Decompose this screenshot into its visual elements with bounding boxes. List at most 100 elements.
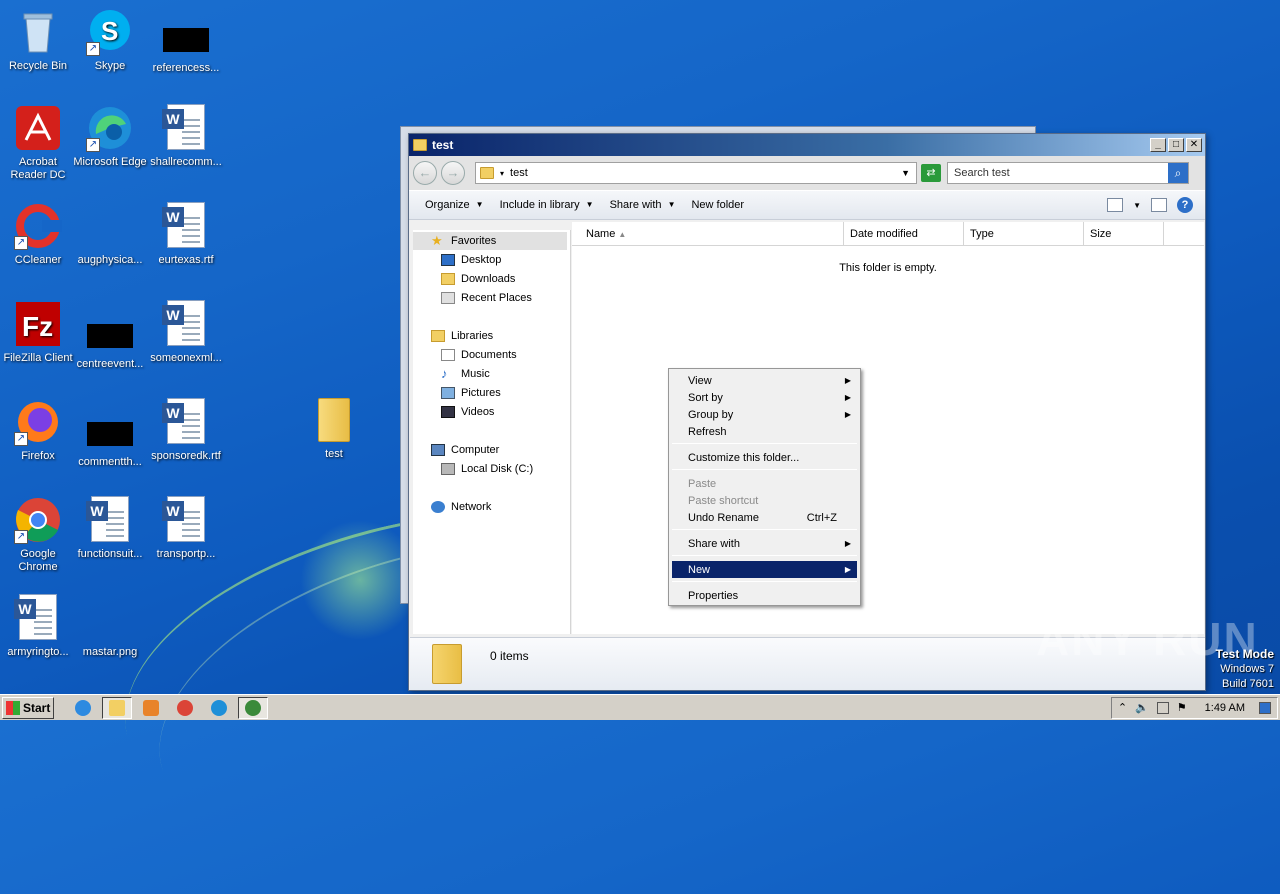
desktop-icon-sponsoredk[interactable]: W sponsoredk.rtf [148,398,224,463]
preview-pane-icon[interactable] [1151,198,1167,212]
nav-item-pictures[interactable]: Pictures [441,384,501,402]
menu-item-sort-by[interactable]: Sort by ▶ [672,389,857,406]
chevron-down-icon[interactable]: ▼ [1133,201,1141,210]
word-document-icon: W [162,300,210,348]
desktop-icon-commentth[interactable]: commentth... [72,408,148,469]
redacted-thumbnail [163,28,209,52]
desktop-icon-transportp[interactable]: W transportp... [148,496,224,561]
desktop-icon-eurtexas[interactable]: W eurtexas.rtf [148,202,224,267]
desktop-icon-shallrecomm[interactable]: W shallrecomm... [148,104,224,169]
taskbar-chrome[interactable] [170,697,200,719]
refresh-icon[interactable]: ⇄ [921,164,941,182]
menu-item-paste-shortcut: Paste shortcut [688,494,759,507]
chevron-right-icon: ▶ [844,393,851,402]
network-icon[interactable] [1156,701,1169,714]
chevron-down-icon[interactable]: ▾ [500,169,504,178]
view-options-icon[interactable] [1107,198,1124,212]
menu-item-properties[interactable]: Properties [672,587,857,604]
downloads-icon [441,273,455,285]
nav-item-local-disk[interactable]: Local Disk (C:) [441,460,533,478]
nav-item-favorites[interactable]: ★ Favorites [413,232,567,250]
word-document-icon: W [14,594,62,642]
taskbar-explorer[interactable] [102,696,132,719]
nav-item-network[interactable]: Network [431,498,491,516]
desktop-icon-ccleaner[interactable]: ↗ CCleaner [0,202,76,267]
menu-item-view[interactable]: View ▶ [672,372,857,389]
menu-item-share-with[interactable]: Share with ▶ [672,535,857,552]
desktop-icon-acrobat[interactable]: Acrobat Reader DC [0,104,76,182]
new-folder-button[interactable]: New folder [683,194,752,216]
word-document-icon: W [162,496,210,544]
shortcut-arrow-icon: ↗ [14,236,28,250]
column-date-modified[interactable]: Date modified [844,222,964,245]
nav-item-computer[interactable]: Computer [431,441,499,459]
taskbar-media-player[interactable] [136,697,166,719]
include-in-library-button[interactable]: Include in library ▼ [492,194,602,216]
star-icon: ★ [431,233,443,248]
nav-item-desktop[interactable]: Desktop [441,251,501,269]
forward-button[interactable]: → [441,161,465,185]
clock[interactable]: 1:49 AM [1205,702,1245,714]
search-icon[interactable]: ⌕ [1168,163,1188,183]
menu-item-paste: Paste [688,477,717,490]
nav-item-videos[interactable]: Videos [441,403,494,421]
show-desktop-icon[interactable] [1259,701,1271,714]
minimize-button[interactable]: _ [1150,138,1166,152]
desktop-icon-edge[interactable]: ↗ Microsoft Edge [72,104,148,169]
menu-item-new[interactable]: New ▶ [672,561,857,578]
flag-icon[interactable]: ⚑ [1177,701,1187,714]
sort-arrow-icon: ▲ [618,230,627,239]
desktop-icon-armyringto[interactable]: W armyringto... [0,594,76,659]
desktop-icon-mastar[interactable]: mastar.png [72,594,148,659]
desktop-icon-someonexml[interactable]: W someonexml... [148,300,224,365]
help-icon[interactable]: ? [1177,197,1193,213]
search-input[interactable]: Search test ⌕ [947,162,1189,184]
maximize-button[interactable]: □ [1168,138,1184,152]
menu-item-group-by[interactable]: Group by ▶ [672,406,857,423]
nav-item-documents[interactable]: Documents [441,346,517,364]
address-dropdown-icon[interactable]: ▼ [901,168,910,178]
desktop-icon-recycle-bin[interactable]: Recycle Bin [0,8,76,73]
menu-item-refresh[interactable]: Refresh [672,423,857,440]
nav-item-recent-places[interactable]: Recent Places [441,289,532,307]
pictures-icon [441,387,455,399]
organize-button[interactable]: Organize ▼ [417,194,492,216]
show-hidden-icons[interactable]: ⌃ [1118,701,1127,714]
desktop-icon-functionsuit[interactable]: W functionsuit... [72,496,148,561]
desktop-icon-centreevent[interactable]: centreevent... [72,310,148,371]
desktop-folder-test[interactable]: test [296,398,372,460]
nav-item-downloads[interactable]: Downloads [441,270,515,288]
network-icon [431,501,445,513]
desktop-icon-chrome[interactable]: ↗ Google Chrome [0,496,76,574]
desktop-icon-augphysica[interactable]: augphysica... [72,202,148,267]
desktop-icon-firefox[interactable]: ↗ Firefox [0,398,76,463]
volume-icon[interactable]: 🔈 [1135,701,1149,714]
libraries-icon [431,330,445,342]
file-list[interactable]: Name ▲ Date modified Type Size This fold… [572,222,1204,634]
videos-icon [441,406,455,418]
taskbar-internet-explorer[interactable] [68,697,98,719]
shortcut-arrow-icon: ↗ [86,138,100,152]
column-name[interactable]: Name ▲ [572,222,844,245]
windows-logo-icon [6,700,20,715]
nav-item-music[interactable]: ♪ Music [441,365,490,383]
start-button[interactable]: Start [2,696,54,719]
share-with-button[interactable]: Share with ▼ [602,194,684,216]
chevron-down-icon: ▼ [585,200,594,209]
desktop-icon-skype[interactable]: S ↗ Skype [72,8,148,73]
system-tray: ⌃ 🔈 ⚑ 1:49 AM [1110,696,1278,719]
title-bar[interactable]: test _ □ ✕ [409,134,1205,156]
desktop-icon-referencess[interactable]: referencess... [148,18,224,75]
menu-item-undo-rename[interactable]: Undo Rename Ctrl+Z [672,509,857,526]
desktop-icon-filezilla[interactable]: Fz FileZilla Client [0,300,76,365]
menu-item-customize-folder[interactable]: Customize this folder... [672,449,857,466]
chevron-right-icon: ▶ [844,539,851,548]
taskbar-edge[interactable] [204,697,234,719]
address-bar[interactable]: ▾ test ▼ [475,162,917,184]
column-size[interactable]: Size [1084,222,1164,245]
taskbar-app[interactable] [238,696,268,719]
nav-item-libraries[interactable]: Libraries [431,327,493,345]
column-type[interactable]: Type [964,222,1084,245]
back-button[interactable]: ← [413,161,437,185]
close-button[interactable]: ✕ [1186,138,1202,152]
